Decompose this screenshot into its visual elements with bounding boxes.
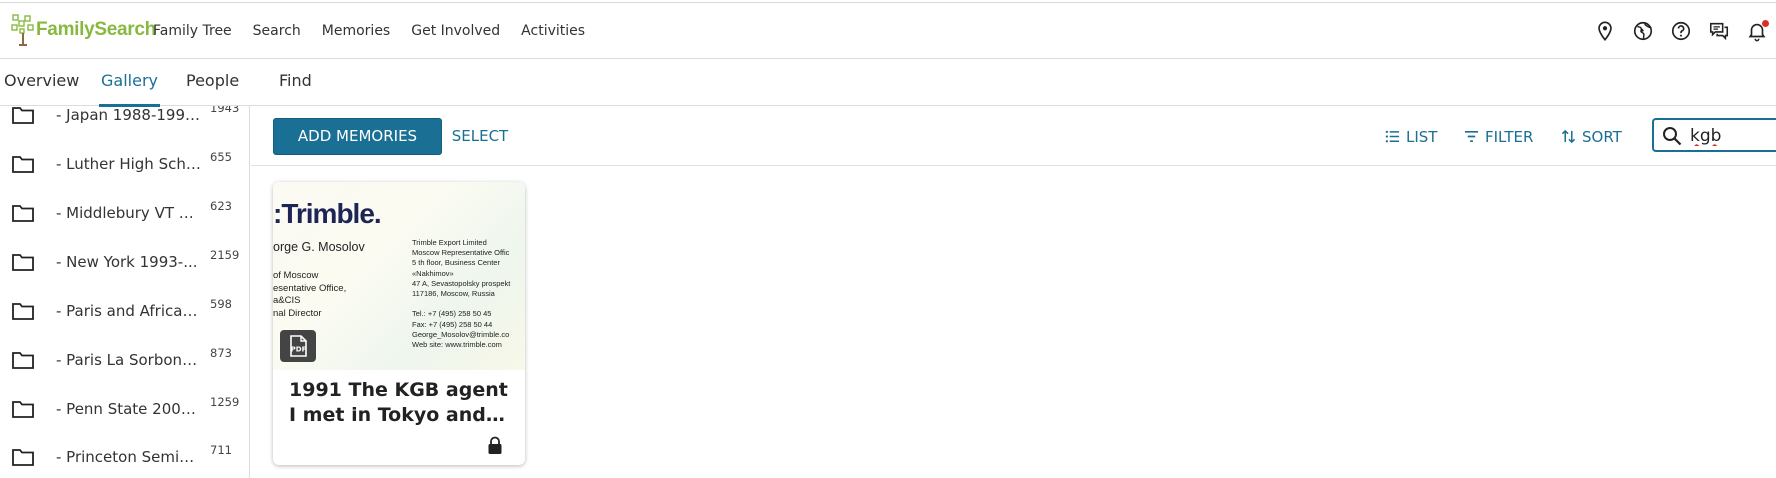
main-nav: Family Tree Search Memories Get Involved… (153, 3, 606, 59)
folder-count: 873 (210, 346, 232, 360)
tab-gallery[interactable]: Gallery (99, 59, 160, 107)
search-icon (1663, 127, 1682, 146)
folder-name: - Penn State 2006... (56, 400, 202, 418)
memory-thumbnail: :Trimble. orge G. Mosolov of Moscow esen… (273, 182, 525, 370)
nav-search[interactable]: Search (253, 23, 301, 39)
folder-icon (12, 303, 34, 320)
notification-dot (1762, 20, 1769, 27)
sort-button[interactable]: SORT (1561, 118, 1622, 155)
location-pin-icon[interactable] (1586, 12, 1624, 50)
folder-name: - Paris La Sorbonn... (56, 351, 202, 369)
svg-text:PDF: PDF (291, 346, 307, 354)
folder-name: - Princeton Semin... (56, 448, 202, 466)
logo-text: FamilySearch (36, 19, 156, 40)
folder-icon (12, 156, 34, 173)
list-icon (1385, 130, 1400, 143)
thumbnail-right-text: Trimble Export Limited Moscow Representa… (412, 238, 511, 350)
messages-icon[interactable] (1700, 12, 1738, 50)
filter-icon (1464, 130, 1479, 143)
notifications-bell-icon[interactable] (1738, 12, 1776, 50)
thumbnail-left-text: of Moscow esentative Office, a&CIS nal D… (273, 270, 347, 319)
search-field[interactable] (1652, 118, 1776, 152)
folder-name: - Paris and Africa 1... (56, 302, 202, 320)
family-tree-logo-icon (11, 14, 34, 46)
folder-icon (12, 449, 34, 466)
list-view-button[interactable]: LIST (1385, 118, 1437, 155)
sort-icon (1561, 129, 1576, 144)
sidebar-folder[interactable]: - Japan 1988-1991... 1943 (0, 106, 249, 141)
global-header: FamilySearch Family Tree Search Memories… (0, 3, 1776, 59)
folder-icon (12, 107, 34, 124)
memory-card[interactable]: :Trimble. orge G. Mosolov of Moscow esen… (273, 182, 525, 465)
sidebar-folder[interactable]: - Princeton Semin... 711 (0, 434, 249, 478)
help-icon[interactable] (1662, 12, 1700, 50)
folder-count: 655 (210, 150, 232, 164)
select-button[interactable]: SELECT (442, 118, 518, 155)
folder-count: 711 (210, 443, 232, 457)
folder-icon (12, 205, 34, 222)
memory-title: 1991 The KGB agent I met in Tokyo and hu… (289, 379, 508, 426)
sidebar-folder[interactable]: - Paris and Africa 1... 598 (0, 288, 249, 337)
familysearch-logo[interactable]: FamilySearch (10, 12, 156, 48)
sidebar-folder[interactable]: - Penn State 2006... 1259 (0, 386, 249, 435)
thumbnail-person-name: orge G. Mosolov (273, 240, 365, 254)
sidebar-folder[interactable]: - Middlebury VT an... 623 (0, 190, 249, 239)
folder-name: - Middlebury VT an... (56, 204, 202, 222)
gallery-toolbar: ADD MEMORIES SELECT LIST FILTER SORT (251, 106, 1776, 166)
search-input[interactable] (1690, 124, 1776, 148)
folder-name: - Japan 1988-1991... (56, 106, 202, 124)
add-memories-button[interactable]: ADD MEMORIES (273, 118, 442, 155)
sidebar-folder[interactable]: - New York 1993-... 2159 (0, 239, 249, 288)
folder-icon (12, 254, 34, 271)
nav-get-involved[interactable]: Get Involved (411, 23, 500, 39)
folder-icon (12, 401, 34, 418)
folder-name: - Luther High Scho... (56, 155, 202, 173)
folder-name: - New York 1993-... (56, 253, 198, 271)
list-label: LIST (1406, 127, 1438, 146)
folder-count: 1943 (210, 106, 240, 115)
folder-count: 1259 (210, 395, 240, 409)
sidebar-folder[interactable]: - Luther High Scho... 655 (0, 141, 249, 190)
nav-activities[interactable]: Activities (521, 23, 585, 39)
nav-family-tree[interactable]: Family Tree (153, 23, 232, 39)
header-icons (1586, 3, 1776, 59)
thumbnail-brand-text: :Trimble. (273, 198, 382, 229)
lock-icon (488, 436, 502, 454)
tab-people[interactable]: People (186, 59, 239, 106)
album-sidebar: - Japan 1988-1991... 1943 - Luther High … (0, 106, 250, 478)
folder-count: 2159 (210, 248, 240, 262)
filter-label: FILTER (1485, 127, 1534, 146)
folder-count: 598 (210, 297, 232, 311)
sort-label: SORT (1582, 127, 1622, 146)
nav-memories[interactable]: Memories (322, 23, 390, 39)
sidebar-folder[interactable]: - Paris La Sorbonn... 873 (0, 337, 249, 386)
filter-button[interactable]: FILTER (1464, 118, 1533, 155)
tab-find[interactable]: Find (279, 59, 312, 106)
tab-overview[interactable]: Overview (4, 59, 79, 106)
folder-count: 623 (210, 199, 232, 213)
folder-icon (12, 352, 34, 369)
memories-subnav: Overview Gallery People Find (0, 59, 1776, 107)
globe-icon[interactable] (1624, 12, 1662, 50)
pdf-icon: PDF (280, 330, 316, 362)
